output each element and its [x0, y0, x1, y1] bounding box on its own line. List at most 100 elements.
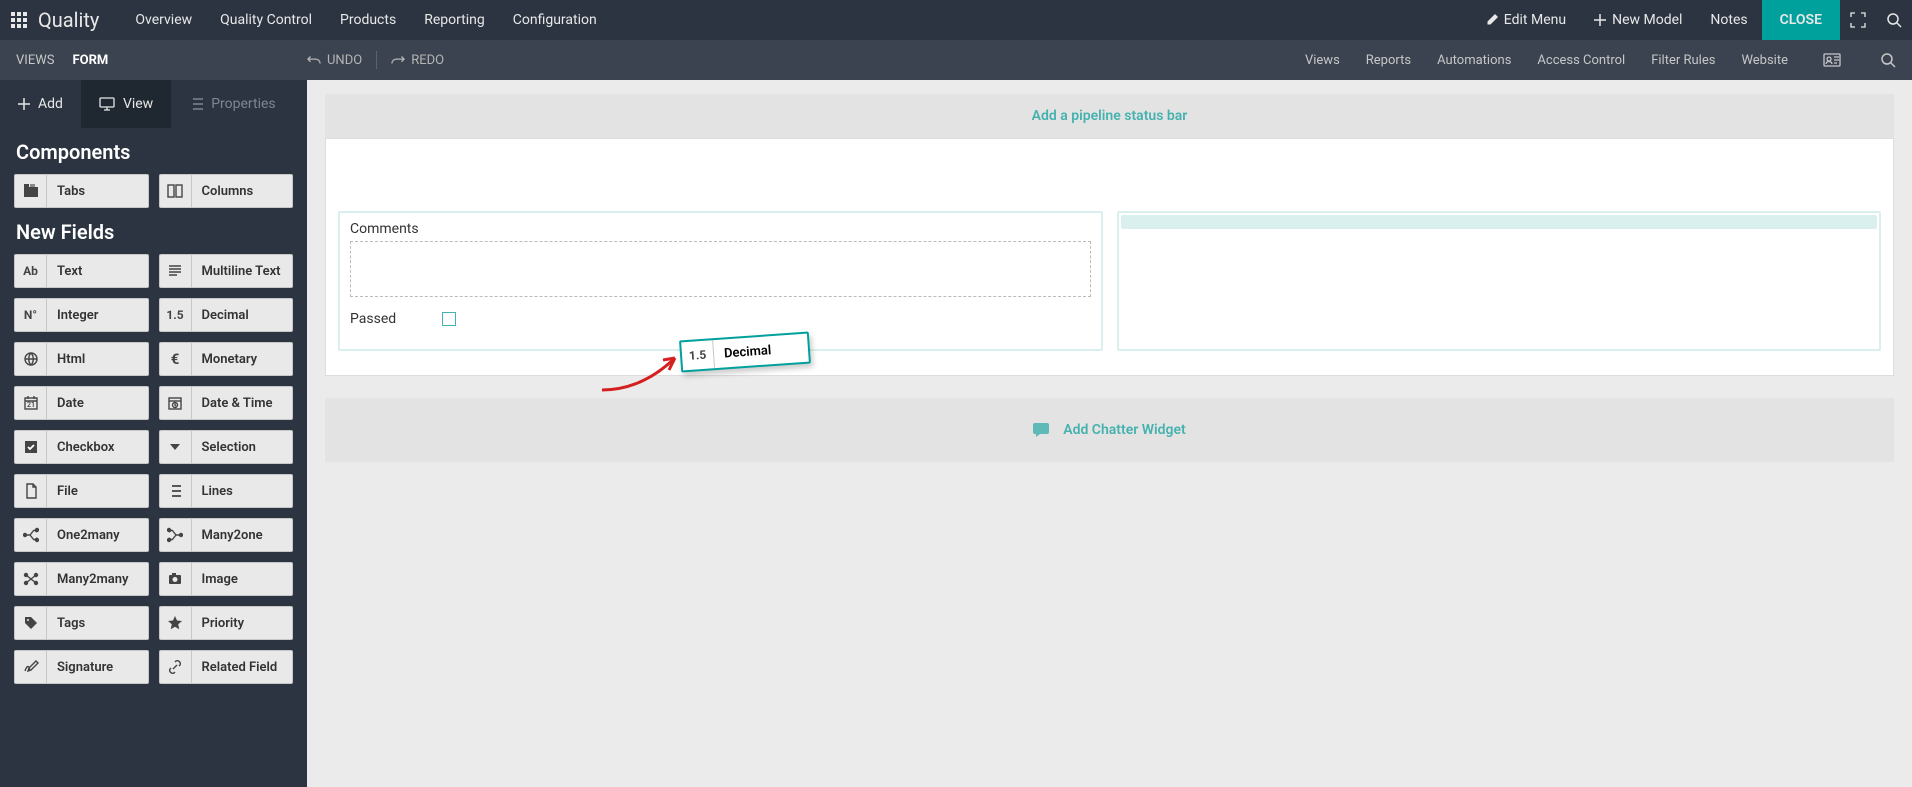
subbar-views[interactable]: VIEWS [16, 53, 54, 68]
form-sheet: Comments Passed [325, 138, 1894, 376]
chip-label: Multiline Text [192, 264, 281, 279]
field-chip-signature[interactable]: Signature [14, 650, 149, 684]
list-icon [189, 98, 203, 110]
nav-overview[interactable]: Overview [121, 0, 206, 40]
chip-label: Columns [192, 184, 254, 199]
field-chip-many2one[interactable]: Many2one [159, 518, 294, 552]
chip-label: Selection [192, 440, 256, 455]
add-chatter-button[interactable]: Add Chatter Widget [325, 398, 1894, 462]
sidebar: Add View Properties Components Tabs Colum… [0, 80, 307, 787]
edit-menu-button[interactable]: Edit Menu [1472, 0, 1580, 40]
field-chip-priority[interactable]: Priority [159, 606, 294, 640]
redo-icon [391, 53, 405, 67]
clock-icon [160, 387, 192, 419]
plus-icon [1594, 14, 1606, 26]
tab-add[interactable]: Add [0, 80, 81, 128]
file-icon [15, 475, 47, 507]
chip-label: Date [47, 396, 84, 411]
nav-reporting[interactable]: Reporting [410, 0, 499, 40]
apps-icon[interactable] [0, 12, 38, 28]
undo-icon [307, 53, 321, 67]
chip-label: One2many [47, 528, 120, 543]
field-chip-date-time[interactable]: Date & Time [159, 386, 294, 420]
components-heading: Components [0, 128, 307, 174]
field-chip-many2many[interactable]: Many2many [14, 562, 149, 596]
field-chip-lines[interactable]: Lines [159, 474, 294, 508]
canvas: Add a pipeline status bar Comments Passe… [307, 80, 1912, 787]
link-reports[interactable]: Reports [1366, 53, 1411, 68]
chip-label: Priority [192, 616, 245, 631]
notes-button[interactable]: Notes [1696, 0, 1761, 40]
redo-button[interactable]: REDO [391, 53, 444, 68]
link-website[interactable]: Website [1741, 53, 1788, 68]
tab-view[interactable]: View [81, 80, 171, 128]
dropzone[interactable] [350, 241, 1091, 297]
star-icon [160, 607, 192, 639]
pencil-icon [1486, 14, 1498, 26]
close-button[interactable]: CLOSE [1762, 0, 1840, 40]
link-views[interactable]: Views [1305, 53, 1340, 68]
chip-label: Signature [47, 660, 113, 675]
chip-label: Tabs [47, 184, 85, 199]
field-chip-checkbox[interactable]: Checkbox [14, 430, 149, 464]
tag-icon [15, 607, 47, 639]
chip-label: Many2one [192, 528, 263, 543]
field-chip-multiline-text[interactable]: Multiline Text [159, 254, 294, 288]
field-chip-columns[interactable]: Columns [159, 174, 294, 208]
expand-icon[interactable] [1840, 0, 1876, 40]
search-icon[interactable] [1876, 0, 1912, 40]
camera-icon [160, 563, 192, 595]
chip-label: Tags [47, 616, 85, 631]
sub-bar: VIEWS FORM UNDO REDO Views Reports Autom… [0, 40, 1912, 80]
chat-icon [1033, 422, 1051, 438]
new-model-button[interactable]: New Model [1580, 0, 1696, 40]
app-title[interactable]: Quality [38, 8, 99, 32]
cal-icon: 21 [15, 387, 47, 419]
field-chip-tags[interactable]: Tags [14, 606, 149, 640]
chip-label: Text [47, 264, 82, 279]
passed-checkbox[interactable] [442, 312, 456, 326]
undo-button[interactable]: UNDO [307, 53, 362, 68]
caret-icon [160, 431, 192, 463]
nav-products[interactable]: Products [326, 0, 410, 40]
field-chip-decimal[interactable]: 1.5Decimal [159, 298, 294, 332]
field-chip-integer[interactable]: N°Integer [14, 298, 149, 332]
field-chip-image[interactable]: Image [159, 562, 294, 596]
link-filter-rules[interactable]: Filter Rules [1651, 53, 1715, 68]
field-chip-monetary[interactable]: €Monetary [159, 342, 294, 376]
field-label-passed: Passed [350, 311, 396, 327]
svg-text:21: 21 [27, 401, 35, 409]
euro-icon: € [160, 343, 192, 375]
chip-label: Html [47, 352, 85, 367]
form-column-right[interactable] [1117, 211, 1882, 351]
lines-icon [160, 255, 192, 287]
chip-label: Related Field [192, 660, 278, 675]
top-bar: Quality Overview Quality Control Product… [0, 0, 1912, 40]
field-chip-date[interactable]: 21 Date [14, 386, 149, 420]
field-chip-related-field[interactable]: Related Field [159, 650, 294, 684]
id-card-icon[interactable] [1814, 40, 1850, 80]
chip-label: Lines [192, 484, 233, 499]
nav-quality-control[interactable]: Quality Control [206, 0, 326, 40]
subbar-form[interactable]: FORM [72, 53, 108, 68]
form-column-left[interactable]: Comments Passed [338, 211, 1103, 351]
m2o-icon [160, 519, 192, 551]
tab-properties[interactable]: Properties [171, 80, 293, 128]
field-chip-text[interactable]: AbText [14, 254, 149, 288]
field-chip-selection[interactable]: Selection [159, 430, 294, 464]
Ab-icon: Ab [15, 255, 47, 287]
chip-label: Decimal [192, 308, 249, 323]
drag-ghost-label: Decimal [714, 343, 772, 362]
m2m-icon [15, 563, 47, 595]
add-pipeline-button[interactable]: Add a pipeline status bar [325, 94, 1894, 138]
N°-icon: N° [15, 299, 47, 331]
field-chip-html[interactable]: Html [14, 342, 149, 376]
nav-configuration[interactable]: Configuration [499, 0, 611, 40]
field-chip-tabs[interactable]: Tabs [14, 174, 149, 208]
link-automations[interactable]: Automations [1437, 53, 1511, 68]
search-icon[interactable] [1876, 40, 1900, 80]
link-access-control[interactable]: Access Control [1537, 53, 1625, 68]
chip-label: Integer [47, 308, 98, 323]
field-chip-file[interactable]: File [14, 474, 149, 508]
field-chip-one2many[interactable]: One2many [14, 518, 149, 552]
